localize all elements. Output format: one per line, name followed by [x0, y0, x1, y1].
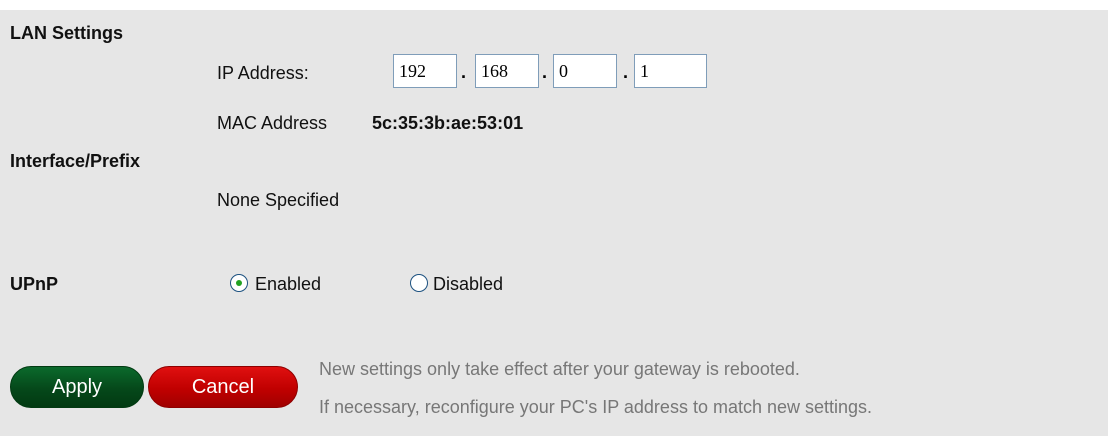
upnp-disabled-radio[interactable]: [410, 274, 428, 292]
ip-octet-1-input[interactable]: [393, 54, 457, 88]
mac-address-label: MAC Address: [217, 113, 328, 133]
upnp-disabled-label[interactable]: Disabled: [433, 274, 503, 295]
lan-settings-heading: LAN Settings: [10, 23, 124, 43]
mac-address-value: 5c:35:3b:ae:53:01: [372, 113, 524, 133]
upnp-enabled-radio[interactable]: [230, 274, 248, 292]
ip-separator: .: [623, 62, 629, 82]
ip-octet-2-input[interactable]: [475, 54, 539, 88]
apply-button[interactable]: Apply: [10, 366, 144, 408]
reboot-note: New settings only take effect after your…: [319, 359, 800, 379]
ip-separator: .: [542, 62, 548, 82]
ip-octet-3-input[interactable]: [553, 54, 617, 88]
radio-selected-dot: [236, 280, 242, 286]
interface-prefix-heading: Interface/Prefix: [10, 151, 141, 171]
upnp-heading: UPnP: [10, 274, 59, 294]
ip-address-label: IP Address:: [217, 63, 309, 83]
ip-octet-4-input[interactable]: [634, 54, 707, 88]
ip-separator: .: [461, 62, 467, 82]
reconfigure-note: If necessary, reconfigure your PC's IP a…: [319, 397, 873, 417]
cancel-button[interactable]: Cancel: [148, 366, 298, 408]
upnp-enabled-label[interactable]: Enabled: [255, 274, 321, 295]
interface-prefix-value: None Specified: [217, 190, 340, 210]
